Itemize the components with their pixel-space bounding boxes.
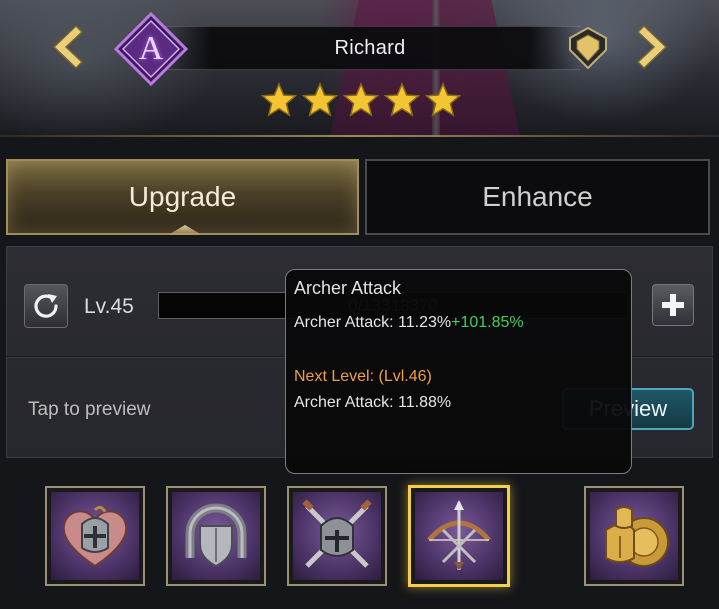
hero-shield-badge[interactable] <box>566 26 610 70</box>
tab-upgrade-label: Upgrade <box>128 181 237 212</box>
header-divider <box>0 135 719 137</box>
tooltip-next-stat: Archer Attack: 11.88% <box>294 394 451 412</box>
tooltip-current-value: 11.23% <box>398 314 452 331</box>
skill-slot-1[interactable] <box>45 486 145 586</box>
tooltip-bonus-value: +101.85% <box>451 314 524 331</box>
crossed-swords-helmet-icon <box>302 499 372 568</box>
hero-star-rating <box>261 82 461 118</box>
hero-name-bar: Richard <box>160 26 580 70</box>
star-icon <box>302 82 338 117</box>
golden-armor-icon <box>605 506 669 567</box>
skill-slot-4-archer-attack[interactable] <box>408 485 510 587</box>
helmet-heart-icon <box>62 505 128 568</box>
skill-slot-5[interactable] <box>584 486 684 586</box>
tab-upgrade[interactable]: Upgrade <box>6 159 359 235</box>
skill-slot-3[interactable] <box>287 486 387 586</box>
hero-level: Lv.45 <box>84 295 134 318</box>
shield-icon <box>569 26 607 70</box>
previous-hero-button[interactable] <box>46 24 86 70</box>
next-hero-button[interactable] <box>634 24 674 70</box>
tap-to-preview-text: Tap to preview <box>28 399 151 420</box>
star-icon <box>343 82 379 117</box>
tooltip-title: Archer Attack <box>294 278 402 298</box>
star-icon <box>261 82 297 117</box>
star-icon <box>384 82 420 117</box>
skill-slot-2[interactable] <box>166 486 266 586</box>
tab-enhance[interactable]: Enhance <box>365 159 710 235</box>
chevron-left-icon <box>52 24 84 70</box>
hero-name: Richard <box>334 36 406 59</box>
tooltip-current-label: Archer Attack: <box>294 314 399 331</box>
tooltip-next-value: 11.88% <box>398 394 452 411</box>
horseshoe-shield-icon <box>185 503 247 568</box>
tooltip-next-level: Next Level: (Lvl.46) <box>294 368 432 386</box>
reset-button[interactable] <box>24 284 68 328</box>
tooltip-next-level-value: (Lvl.46) <box>378 368 432 385</box>
chevron-right-icon <box>636 24 668 70</box>
tooltip-current-stat: Archer Attack: 11.23%+101.85% <box>294 314 524 332</box>
tooltip-next-label: Archer Attack: <box>294 394 399 411</box>
tab-enhance-label: Enhance <box>482 181 593 212</box>
star-icon <box>425 82 461 117</box>
plus-icon <box>662 294 684 316</box>
bow-crossed-arrows-icon <box>427 500 491 570</box>
rank-letter: A <box>138 30 164 67</box>
active-tab-indicator <box>168 225 202 235</box>
rank-badge: A <box>113 11 189 87</box>
tooltip-next-level-label: Next Level: <box>294 368 379 385</box>
skill-tooltip: Archer Attack Archer Attack: 11.23%+101.… <box>285 269 632 474</box>
refresh-icon <box>34 294 58 318</box>
add-xp-button[interactable] <box>652 284 694 326</box>
